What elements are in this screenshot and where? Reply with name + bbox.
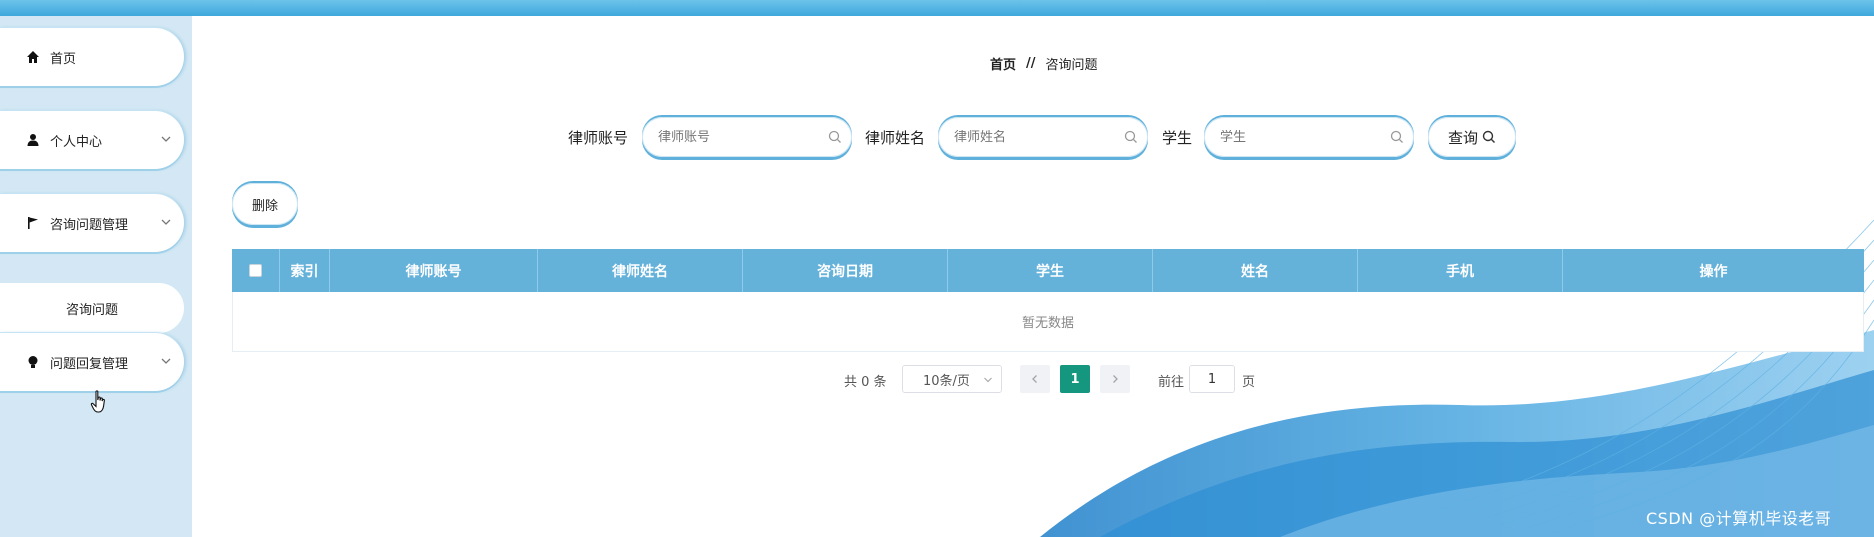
lawyer-account-field[interactable] xyxy=(642,117,852,157)
hand-cursor-icon xyxy=(90,390,105,413)
empty-state-text: 暂无数据 xyxy=(1021,316,1074,331)
column-header: 学生 xyxy=(948,249,1153,292)
query-button[interactable]: 查询 xyxy=(1428,117,1516,157)
student-input[interactable] xyxy=(1220,129,1380,145)
sidebar-subitem-label: 咨询问题 xyxy=(65,302,118,318)
query-button-label: 查询 xyxy=(1447,128,1478,147)
top-bar xyxy=(0,0,1874,16)
breadcrumb-separator: // xyxy=(1026,56,1036,71)
sidebar-item-label: 个人中心 xyxy=(50,134,103,150)
column-header: 姓名 xyxy=(1153,249,1358,292)
page-size-select[interactable]: 10条/页 xyxy=(902,365,1002,393)
sidebar-item-label: 首页 xyxy=(50,51,77,67)
column-header: 律师姓名 xyxy=(538,249,743,292)
flag-icon xyxy=(26,216,40,230)
breadcrumb-home[interactable]: 首页 xyxy=(990,54,1016,73)
lawyer-account-input[interactable] xyxy=(658,129,818,145)
chevron-right-icon xyxy=(1113,375,1118,383)
student-label: 学生 xyxy=(1162,129,1193,147)
column-header: 咨询日期 xyxy=(743,249,948,292)
column-header: 律师账号 xyxy=(330,249,538,292)
goto-prefix: 前往 xyxy=(1158,375,1185,390)
sidebar-item-label: 问题回复管理 xyxy=(50,356,129,372)
prev-page-button[interactable] xyxy=(1020,365,1050,393)
bulb-icon xyxy=(26,355,40,369)
sidebar-item-label: 咨询问题管理 xyxy=(50,217,129,233)
search-icon xyxy=(828,130,841,143)
search-icon xyxy=(1124,130,1137,143)
next-page-button[interactable] xyxy=(1100,365,1130,393)
lawyer-name-input[interactable] xyxy=(954,129,1114,145)
sidebar-item-home[interactable]: 首页 xyxy=(0,28,184,86)
column-header: 操作 xyxy=(1699,263,1728,280)
page-size-value: 10条/页 xyxy=(923,373,970,389)
lawyer-name-label: 律师姓名 xyxy=(865,129,926,147)
chevron-down-icon xyxy=(161,136,171,142)
lawyer-account-label: 律师账号 xyxy=(568,129,629,147)
sidebar-item-consult-management[interactable]: 咨询问题管理 xyxy=(0,194,184,252)
chevron-down-icon xyxy=(161,219,171,225)
sidebar: 首页 个人中心 咨询问题管理 咨询问题 问题回复管理 xyxy=(0,16,192,537)
delete-button-label: 删除 xyxy=(251,198,278,214)
goto-suffix: 页 xyxy=(1242,375,1256,390)
search-icon xyxy=(1482,130,1495,143)
watermark: CSDN @计算机毕设老哥 xyxy=(1646,509,1832,528)
lawyer-name-field[interactable] xyxy=(938,117,1148,157)
table-body: 暂无数据 xyxy=(232,292,1864,352)
page-number-button[interactable]: 1 xyxy=(1060,365,1090,393)
student-field[interactable] xyxy=(1204,117,1414,157)
search-icon xyxy=(1390,130,1403,143)
select-all-cell xyxy=(232,249,280,292)
delete-button[interactable]: 删除 xyxy=(232,183,298,225)
chevron-down-icon xyxy=(161,358,171,364)
column-header: 索引 xyxy=(280,249,330,292)
data-table: 索引 律师账号 律师姓名 咨询日期 学生 姓名 手机 操作 暂无数据 xyxy=(232,249,1864,352)
column-header: 手机 xyxy=(1358,249,1563,292)
chevron-left-icon xyxy=(1032,375,1037,383)
table-header: 索引 律师账号 律师姓名 咨询日期 学生 姓名 手机 操作 xyxy=(232,249,1864,292)
sidebar-subitem-consult-question[interactable]: 咨询问题 xyxy=(0,283,184,333)
person-icon xyxy=(26,133,40,147)
sidebar-item-reply-management[interactable]: 问题回复管理 xyxy=(0,333,184,391)
select-all-checkbox[interactable] xyxy=(249,264,262,277)
home-icon xyxy=(26,50,40,64)
pagination-total: 共 0 条 xyxy=(844,375,887,390)
breadcrumb: 首页 // 咨询问题 xyxy=(990,54,1098,73)
goto-page-input[interactable]: 1 xyxy=(1189,365,1235,393)
chevron-down-icon xyxy=(984,377,992,383)
breadcrumb-current: 咨询问题 xyxy=(1045,58,1098,73)
sidebar-item-personal-center[interactable]: 个人中心 xyxy=(0,111,184,169)
